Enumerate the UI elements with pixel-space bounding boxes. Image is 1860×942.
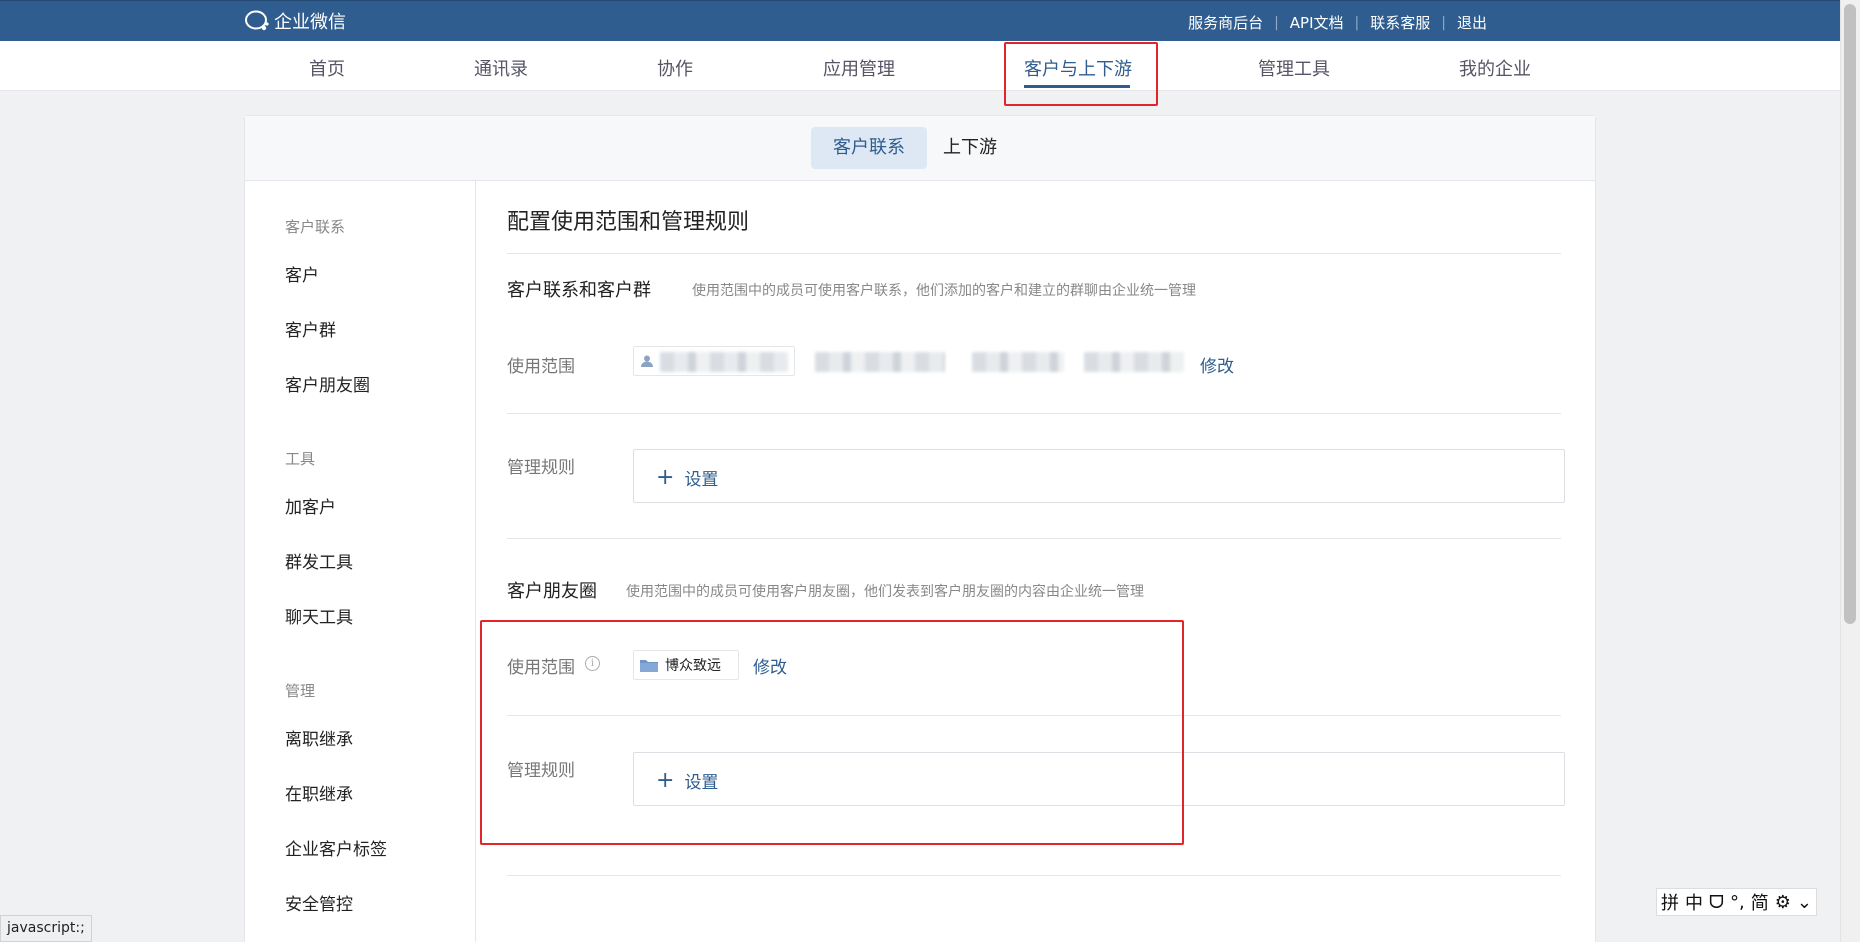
main-nav: 首页 通讯录 协作 应用管理 客户与上下游 管理工具 我的企业 [0, 41, 1840, 91]
redacted-name [660, 352, 788, 372]
subtab-bar: 客户联系 上下游 [245, 116, 1595, 181]
simplified-icon[interactable]: 简 [1751, 889, 1769, 915]
scope-member-chip[interactable] [1079, 346, 1187, 376]
nav-my-company[interactable]: 我的企业 [1459, 55, 1531, 81]
plus-icon: + [656, 464, 675, 490]
divider [507, 413, 1561, 414]
logout-link[interactable]: 退出 [1457, 12, 1487, 33]
api-docs-link[interactable]: API文档 [1290, 12, 1344, 33]
divider [507, 875, 1561, 876]
top-links: 服务商后台 | API文档 | 联系客服 | 退出 [1188, 12, 1487, 33]
scope-member-chip[interactable] [967, 346, 1067, 376]
sidebar-item-customers[interactable]: 客户 [285, 261, 319, 286]
scrollbar[interactable] [1840, 0, 1860, 942]
tab-customer-contact[interactable]: 客户联系 [811, 127, 927, 169]
sidebar-item-broadcast-tool[interactable]: 群发工具 [285, 548, 353, 573]
pinyin-icon[interactable]: 拼 [1661, 889, 1679, 915]
sidebar-item-security-control[interactable]: 安全管控 [285, 890, 353, 915]
rules-setting-box: + 设置 [633, 449, 1565, 503]
modify-scope-link[interactable]: 修改 [1200, 352, 1234, 377]
section-desc-customer-contact: 使用范围中的成员可使用客户联系，他们添加的客户和建立的群聊由企业统一管理 [692, 283, 1196, 299]
chevron-down-icon[interactable]: ⌄ [1797, 892, 1812, 913]
moon-icon[interactable]: ᗜ [1709, 892, 1724, 913]
scope-member-chip[interactable] [810, 346, 948, 376]
redacted-name [1084, 352, 1184, 372]
nav-home[interactable]: 首页 [309, 55, 345, 81]
divider: | [1274, 14, 1279, 31]
wecom-logo-icon [245, 10, 269, 31]
scope-member-chip[interactable] [633, 346, 795, 376]
scope-label: 使用范围 [507, 357, 575, 377]
section-desc-customer-moments: 使用范围中的成员可使用客户朋友圈，他们发表到客户朋友圈的内容由企业统一管理 [626, 584, 1144, 600]
nav-contacts[interactable]: 通讯录 [474, 55, 528, 81]
nav-collaboration[interactable]: 协作 [657, 55, 693, 81]
chinese-mode-icon[interactable]: 中 [1685, 889, 1703, 915]
divider [507, 538, 1561, 539]
top-bar: 企业微信 服务商后台 | API文档 | 联系客服 | 退出 [0, 0, 1860, 41]
redacted-name [815, 352, 945, 372]
sidebar-item-active-inheritance[interactable]: 在职继承 [285, 780, 353, 805]
highlight-box-nav [1004, 42, 1158, 106]
scrollbar-thumb[interactable] [1844, 4, 1856, 624]
highlight-box-moments [480, 620, 1184, 845]
sidebar-item-customer-moments[interactable]: 客户朋友圈 [285, 371, 370, 396]
nav-management-tools[interactable]: 管理工具 [1258, 55, 1330, 81]
settings-icon[interactable]: ⚙ [1775, 892, 1791, 913]
sidebar-group-tools: 工具 [285, 450, 316, 468]
page-title: 配置使用范围和管理规则 [507, 210, 750, 235]
sidebar-item-add-customer[interactable]: 加客户 [285, 493, 336, 518]
section-title-customer-moments: 客户朋友圈 [507, 581, 597, 602]
divider [507, 253, 1561, 254]
sidebar-group-management: 管理 [285, 682, 316, 700]
divider: | [1354, 14, 1360, 31]
sidebar-item-customer-tags[interactable]: 企业客户标签 [285, 835, 387, 860]
status-bar: javascript:; [0, 915, 92, 942]
rules-label: 管理规则 [507, 458, 575, 478]
nav-app-management[interactable]: 应用管理 [823, 55, 895, 81]
sidebar-item-resigned-inheritance[interactable]: 离职继承 [285, 725, 353, 750]
redacted-name [972, 352, 1064, 372]
tab-upstream-downstream[interactable]: 上下游 [921, 127, 1019, 169]
logo-text: 企业微信 [274, 12, 346, 33]
punctuation-icon[interactable]: °, [1730, 892, 1745, 913]
user-icon [641, 355, 653, 367]
sidebar: 客户联系 客户 客户群 客户朋友圈 工具 加客户 群发工具 聊天工具 管理 离职… [245, 181, 476, 942]
sidebar-group-customer-contact: 客户联系 [285, 218, 346, 236]
sidebar-item-chat-tool[interactable]: 聊天工具 [285, 603, 353, 628]
divider: | [1441, 14, 1446, 31]
set-rules-label: 设置 [684, 470, 719, 490]
wecom-logo[interactable]: 企业微信 [244, 9, 346, 33]
provider-backend-link[interactable]: 服务商后台 [1188, 12, 1263, 33]
sidebar-item-customer-groups[interactable]: 客户群 [285, 316, 336, 341]
contact-support-link[interactable]: 联系客服 [1370, 12, 1430, 33]
ime-toolbar: 拼 中 ᗜ °, 简 ⚙ ⌄ [1656, 888, 1817, 916]
section-title-customer-contact: 客户联系和客户群 [507, 280, 651, 301]
set-rules-button[interactable]: + 设置 [656, 465, 718, 490]
